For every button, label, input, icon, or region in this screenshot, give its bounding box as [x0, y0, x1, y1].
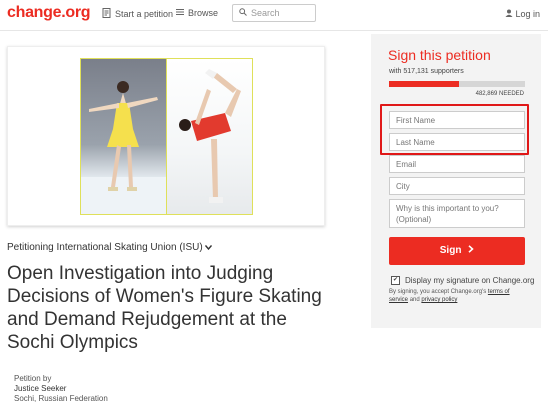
sign-petition-panel: Sign this petition with 517,131 supporte… [371, 34, 541, 328]
photo-right-panel [167, 59, 252, 214]
petition-author[interactable]: Justice Seeker [14, 384, 108, 394]
user-icon [505, 9, 516, 19]
petition-by-label: Petition by [14, 374, 52, 383]
name-fields-highlight [380, 104, 529, 155]
display-signature-option[interactable]: ✔ Display my signature on Change.org [391, 276, 534, 285]
petition-title: Open Investigation into Judging Decision… [7, 263, 322, 353]
sign-button-label: Sign [439, 245, 462, 256]
start-petition-link[interactable]: Start a petition [102, 8, 173, 20]
reason-textarea[interactable]: Why is this important to you? (Optional) [389, 199, 525, 228]
signatures-needed: 482,869 NEEDED [475, 91, 524, 97]
sign-button[interactable]: Sign [389, 237, 525, 265]
chevron-down-icon [205, 242, 213, 253]
petition-photo [80, 58, 253, 215]
signature-progress-fill [389, 81, 460, 87]
start-petition-label: Start a petition [115, 9, 174, 19]
city-field[interactable]: City [389, 177, 525, 195]
email-placeholder: Email [396, 160, 417, 169]
signature-progress-bar [389, 81, 525, 87]
list-icon [176, 8, 184, 18]
terms-and: and [409, 297, 420, 303]
petitioning-target[interactable]: Petitioning International Skating Union … [7, 242, 213, 253]
petition-author-block: Petition by Justice Seeker Sochi, Russia… [14, 374, 108, 404]
search-input[interactable]: Search [232, 4, 316, 22]
change-org-logo[interactable]: change.org [7, 4, 91, 22]
display-signature-label: Display my signature on Change.org [405, 276, 535, 285]
terms-notice: By signing, you accept Change.org's term… [389, 288, 529, 304]
petition-icon [102, 8, 111, 20]
top-navigation-bar: change.org Start a petition Browse Searc… [0, 0, 548, 31]
terms-prefix: By signing, you accept Change.org's [389, 289, 487, 295]
login-label: Log in [515, 9, 540, 19]
privacy-policy-link[interactable]: privacy policy [421, 297, 457, 303]
city-placeholder: City [396, 182, 410, 191]
chevron-right-icon [464, 245, 474, 256]
supporters-count: with 517,131 supporters [389, 68, 464, 75]
reason-placeholder: Why is this important to you? (Optional) [396, 204, 499, 224]
display-signature-checkbox[interactable]: ✔ [391, 276, 400, 285]
email-field[interactable]: Email [389, 155, 525, 173]
petitioning-label: Petitioning International Skating Union … [7, 242, 203, 253]
browse-link[interactable]: Browse [176, 8, 218, 18]
browse-label: Browse [188, 8, 219, 18]
search-icon [239, 8, 247, 18]
search-placeholder: Search [251, 8, 280, 18]
photo-left-panel [81, 59, 166, 214]
login-link[interactable]: Log in [505, 9, 540, 19]
petition-location: Sochi, Russian Federation [14, 394, 108, 403]
sign-heading: Sign this petition [388, 47, 491, 63]
